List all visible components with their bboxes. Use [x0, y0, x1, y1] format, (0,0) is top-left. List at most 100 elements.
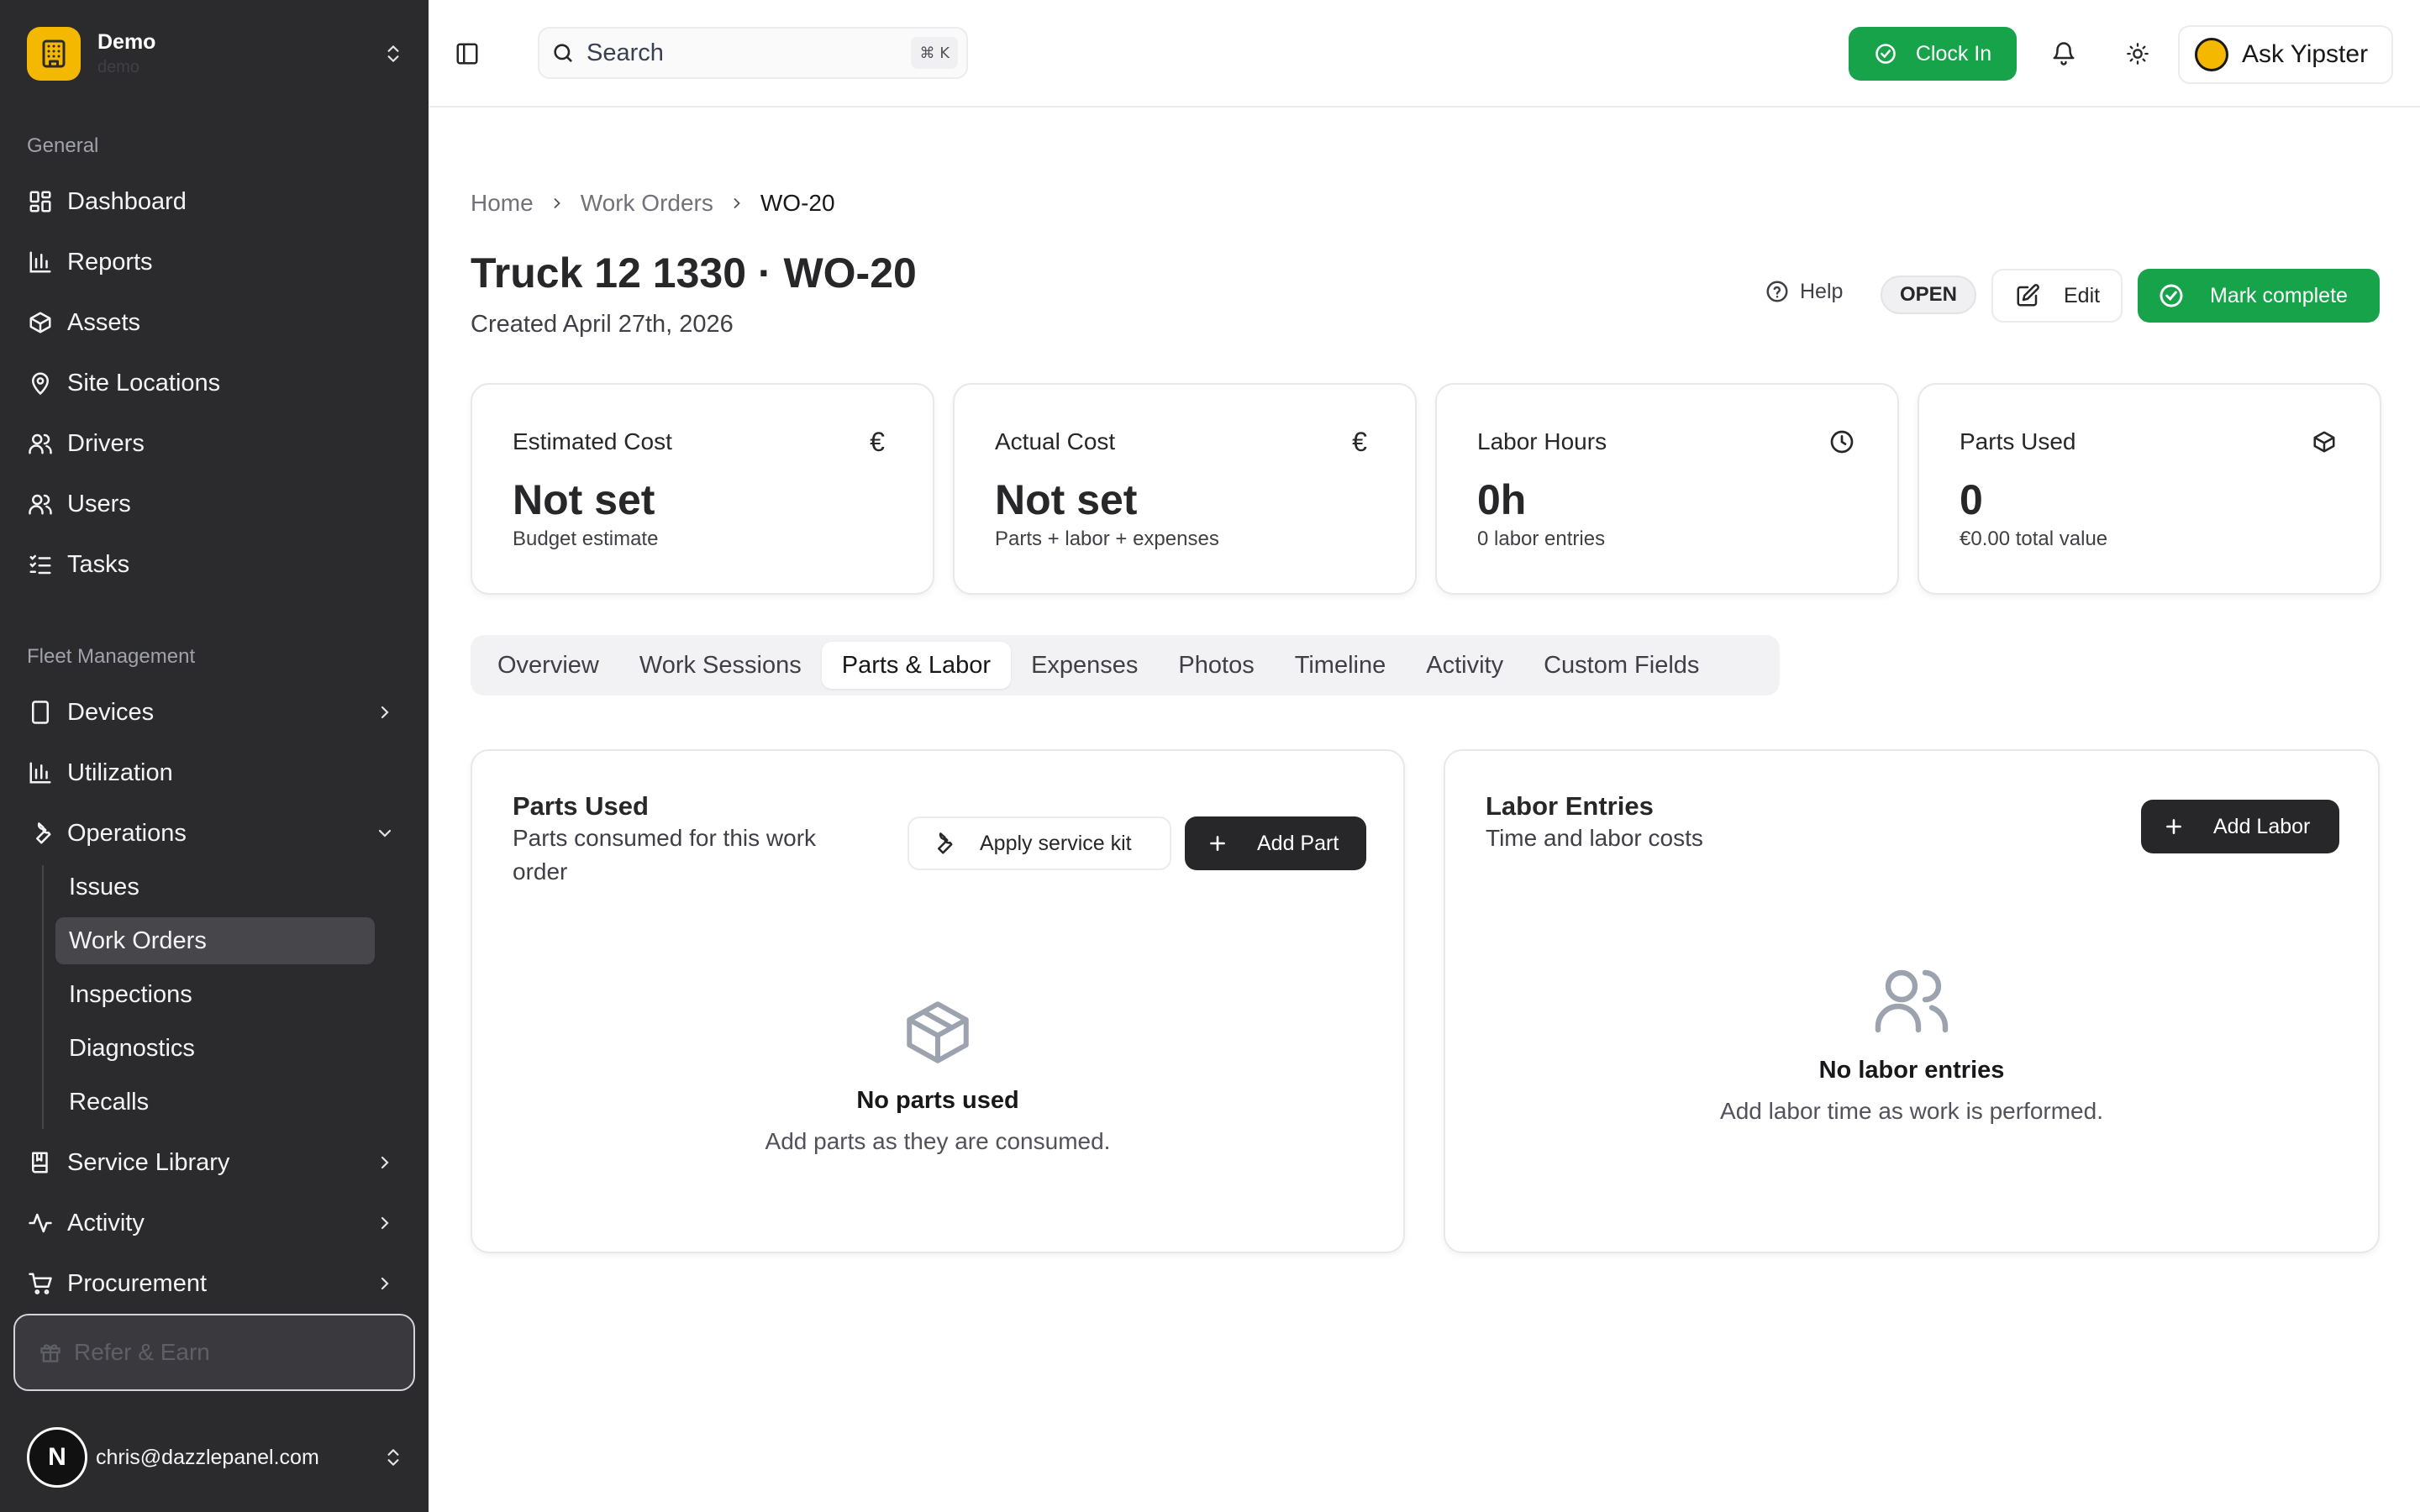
breadcrumb-work-orders[interactable]: Work Orders: [581, 190, 713, 217]
sidebar-item-label: Reports: [67, 248, 153, 276]
sidebar-item-procurement[interactable]: Procurement: [27, 1260, 403, 1307]
edit-button[interactable]: Edit: [1991, 269, 2123, 323]
tab-parts-and-labor[interactable]: Parts & Labor: [821, 642, 1012, 689]
sidebar-item-users[interactable]: Users: [27, 480, 403, 528]
stat-label: Parts Used: [1960, 428, 2076, 454]
workspace-switcher[interactable]: Demo demo: [27, 25, 407, 82]
tab-timeline[interactable]: Timeline: [1275, 642, 1407, 689]
search-bar[interactable]: ⌘ K: [538, 27, 968, 79]
card-description: Time and labor costs: [1486, 825, 1703, 851]
map-pin-icon: [27, 370, 54, 396]
sidebar-subitem-inspections[interactable]: Inspections: [55, 971, 375, 1018]
stat-subtext: 0 labor entries: [1477, 528, 1606, 550]
users-icon: [27, 491, 54, 517]
sidebar-item-operations[interactable]: Operations: [27, 810, 403, 857]
book-icon: [27, 1149, 54, 1176]
card-description: Parts consumed for this work order: [513, 822, 816, 889]
stat-label: Estimated Cost: [513, 428, 672, 454]
tab-overview[interactable]: Overview: [477, 642, 619, 689]
chevron-down-icon: [371, 820, 398, 847]
sidebar-item-reports[interactable]: Reports: [27, 239, 403, 286]
help-label: Help: [1800, 279, 1844, 303]
bell-icon[interactable]: [2047, 37, 2081, 71]
theme-toggle-sun-icon[interactable]: [2121, 37, 2154, 71]
tab-work-sessions[interactable]: Work Sessions: [619, 642, 822, 689]
sidebar-item-label: Users: [67, 490, 131, 517]
users-icon: [27, 430, 54, 457]
sidebar-item-activity[interactable]: Activity: [27, 1200, 403, 1247]
sidebar-subitem-diagnostics[interactable]: Diagnostics: [55, 1025, 375, 1072]
search-input[interactable]: [587, 39, 912, 67]
empty-title: No parts used: [856, 1087, 1019, 1114]
sidebar-item-drivers[interactable]: Drivers: [27, 420, 403, 467]
apply-service-kit-button[interactable]: Apply service kit: [908, 816, 1171, 870]
breadcrumb-home[interactable]: Home: [471, 190, 534, 217]
sidebar-item-site-locations[interactable]: Site Locations: [27, 360, 403, 407]
sidebar-item-label: Service Library: [67, 1148, 230, 1176]
stat-value: Not set: [513, 476, 655, 523]
users-icon: [1445, 959, 2378, 1040]
card-description-line: order: [513, 858, 568, 885]
breadcrumb: Home Work Orders WO-20: [471, 190, 835, 217]
card-description-line: Parts consumed for this work: [513, 825, 817, 851]
add-labor-button[interactable]: Add Labor: [2141, 800, 2339, 853]
stat-subtext: Parts + labor + expenses: [995, 528, 1219, 550]
sidebar-subitem-issues[interactable]: Issues: [55, 864, 375, 911]
sidebar-item-dashboard[interactable]: Dashboard: [27, 178, 403, 225]
mark-complete-button[interactable]: Mark complete: [2138, 269, 2380, 323]
sidebar-item-label: Site Locations: [67, 369, 221, 396]
wrench-icon: [27, 820, 54, 847]
sidebar-item-label: Activity: [67, 1209, 145, 1236]
sidebar-toggle-icon[interactable]: [452, 39, 482, 69]
labor-entries-card: Labor Entries Time and labor costs Add L…: [1444, 749, 2380, 1253]
stat-label: Labor Hours: [1477, 428, 1607, 454]
chevron-right-icon: [549, 195, 566, 212]
submenu-guide-line: [42, 865, 44, 1129]
sidebar-subitem-recalls[interactable]: Recalls: [55, 1079, 375, 1126]
sidebar-item-utilization[interactable]: Utilization: [27, 749, 403, 796]
breadcrumb-current: WO-20: [760, 190, 835, 216]
sidebar-item-devices[interactable]: Devices: [27, 689, 403, 736]
clock-icon: [1827, 427, 1857, 457]
help-button[interactable]: Help: [1765, 279, 1843, 304]
euro-icon: €: [1352, 426, 1367, 457]
sidebar-subitem-work-orders[interactable]: Work Orders: [55, 917, 375, 964]
refer-and-earn-button[interactable]: Refer & Earn: [13, 1314, 415, 1391]
add-part-button[interactable]: Add Part: [1185, 816, 1366, 870]
tab-photos[interactable]: Photos: [1158, 642, 1274, 689]
list-icon: [27, 551, 54, 578]
chevron-right-icon: [729, 195, 745, 212]
sidebar-item-label: Assets: [67, 308, 141, 336]
clock-in-button[interactable]: Clock In: [1849, 27, 2017, 81]
stat-card-labor-hours: Labor Hours 0h 0 labor entries: [1435, 383, 1899, 595]
sidebar-item-assets[interactable]: Assets: [27, 299, 403, 346]
sidebar-item-label: Tasks: [67, 550, 130, 578]
ask-yipster-label: Ask Yipster: [2242, 40, 2369, 68]
gift-icon: [39, 1341, 62, 1364]
user-menu[interactable]: N chris@dazzlepanel.com: [27, 1420, 407, 1495]
activity-icon: [27, 1210, 54, 1236]
tab-expenses[interactable]: Expenses: [1011, 642, 1158, 689]
workspace-logo-icon: [27, 27, 81, 81]
sidebar-item-service-library[interactable]: Service Library: [27, 1139, 403, 1186]
box-icon: [27, 309, 54, 336]
chevrons-up-down-icon: [380, 1444, 407, 1471]
ask-yipster-button[interactable]: Ask Yipster: [2178, 25, 2393, 84]
sidebar-item-tasks[interactable]: Tasks: [27, 541, 403, 588]
stat-value: Not set: [995, 476, 1138, 523]
clock-in-label: Clock In: [1915, 41, 1992, 66]
stat-label: Actual Cost: [995, 428, 1116, 454]
top-bar: ⌘ K Clock In Ask Yipster: [429, 0, 2420, 108]
euro-icon: €: [870, 426, 885, 457]
chevron-right-icon: [371, 1149, 398, 1176]
parts-empty-state: No parts used Add parts as they are cons…: [472, 995, 1403, 1155]
sidebar-item-label: Drivers: [67, 429, 145, 457]
tab-custom-fields[interactable]: Custom Fields: [1523, 642, 1719, 689]
package-icon: [472, 995, 1403, 1070]
chevrons-up-down-icon: [380, 40, 407, 67]
tab-activity[interactable]: Activity: [1406, 642, 1523, 689]
chevron-right-icon: [371, 1210, 398, 1236]
avatar: N: [27, 1427, 87, 1488]
search-icon: [551, 41, 575, 65]
help-circle-icon: [1765, 279, 1790, 304]
